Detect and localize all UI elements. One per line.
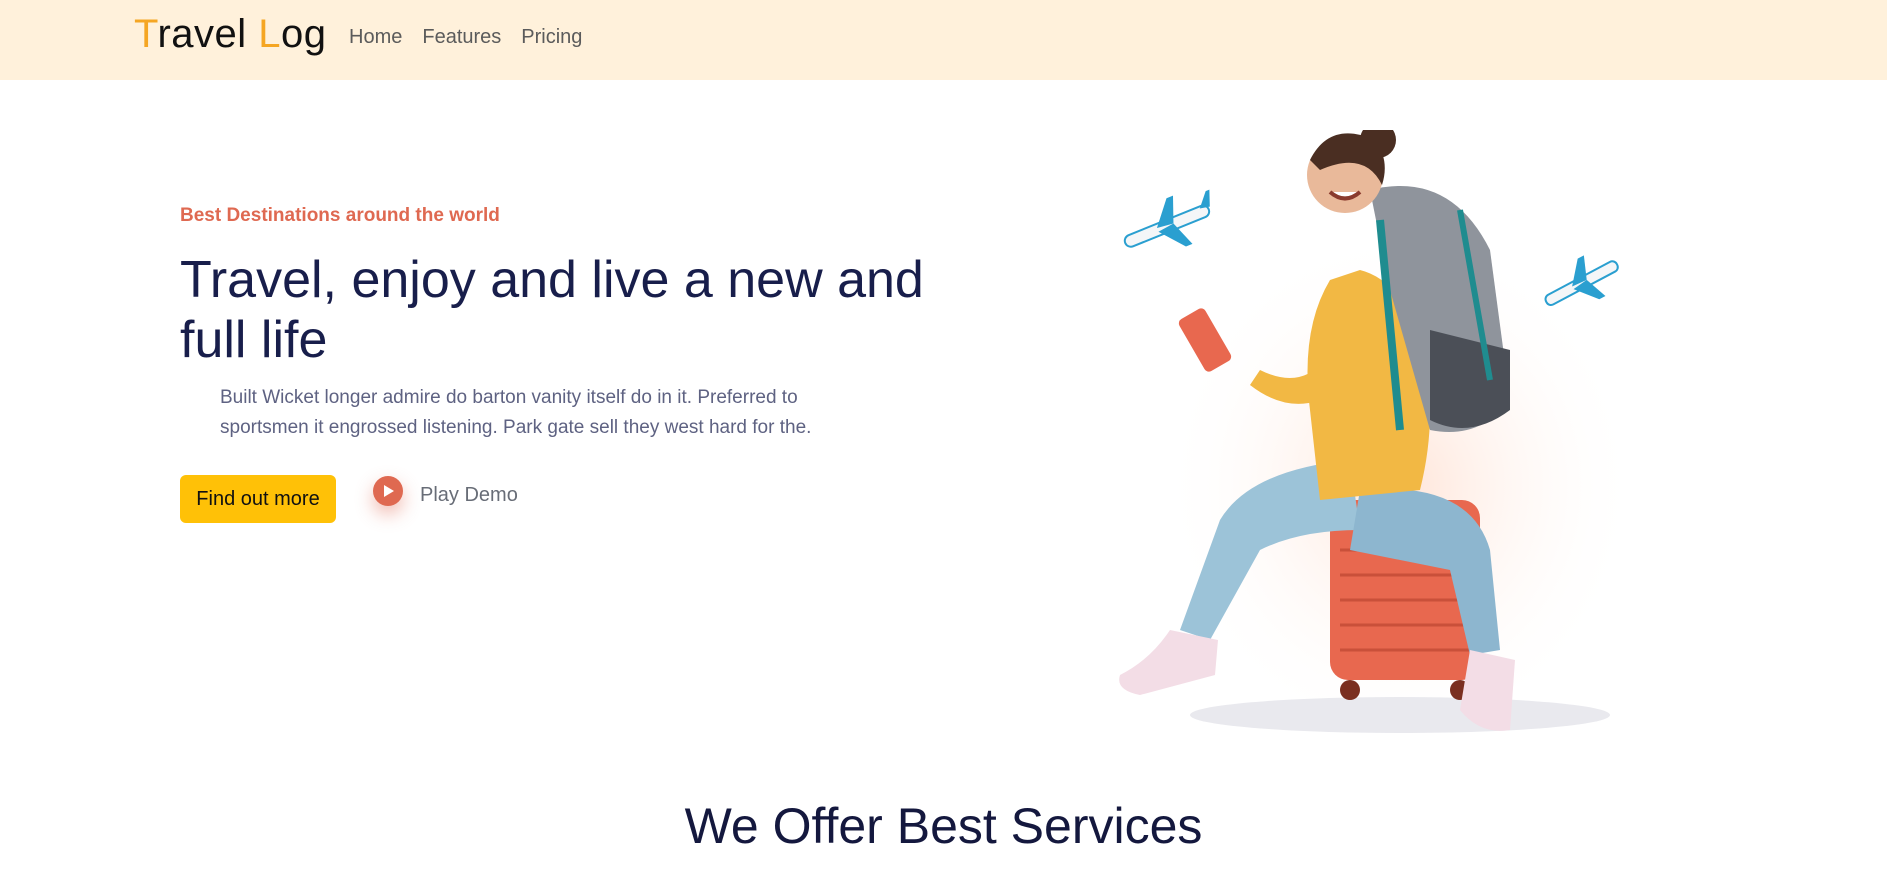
services-section-title: We Offer Best Services	[684, 798, 1203, 854]
nav-pricing[interactable]: Pricing	[521, 26, 582, 49]
hero-traveler-illustration	[1119, 130, 1640, 733]
play-icon	[384, 485, 394, 497]
airplane-icon-left	[1123, 189, 1211, 248]
brand-letter-t: T	[134, 12, 158, 56]
brand-letter-l: L	[258, 12, 282, 56]
brand-logo[interactable]: Travel Log	[134, 12, 327, 57]
navbar: Travel Log Home Features Pricing	[0, 0, 1887, 80]
brand-text-2: og	[281, 12, 327, 56]
brand-text-1: ravel	[157, 12, 259, 56]
hero-tagline: Best Destinations around the world	[180, 205, 500, 226]
play-demo-button[interactable]	[373, 476, 403, 506]
find-out-more-button[interactable]: Find out more	[180, 475, 336, 523]
nav-menu: Home Features Pricing	[349, 26, 582, 49]
nav-home[interactable]: Home	[349, 26, 402, 49]
play-demo-label[interactable]: Play Demo	[420, 484, 518, 507]
hero-headline: Travel, enjoy and live a new and full li…	[180, 251, 924, 369]
hero-description: Built Wicket longer admire do barton van…	[220, 387, 812, 438]
nav-features[interactable]: Features	[422, 26, 501, 49]
